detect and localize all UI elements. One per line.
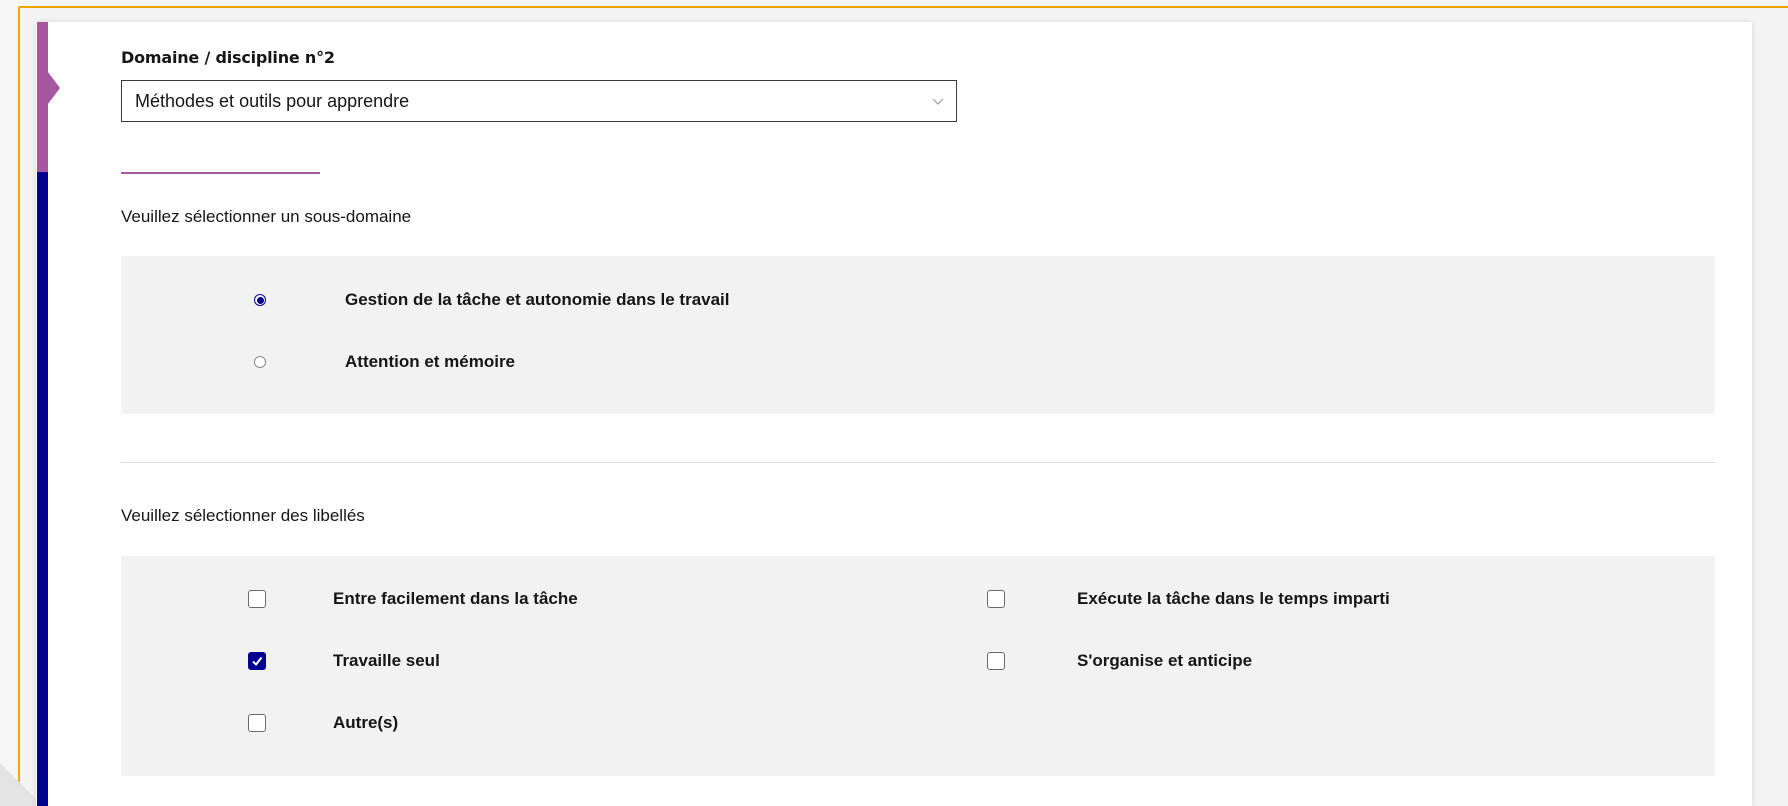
label-checkbox-item[interactable]: Entre facilement dans la tâche	[248, 589, 578, 609]
subdomain-option[interactable]: Attention et mémoire	[254, 352, 515, 372]
label-checkbox-text: S'organise et anticipe	[1077, 651, 1253, 670]
domain-select-value: Méthodes et outils pour apprendre	[135, 90, 410, 111]
horizontal-rule	[121, 462, 1715, 463]
label-checkbox-text: Entre facilement dans la tâche	[333, 589, 578, 608]
section-marker-icon	[37, 22, 60, 172]
form-content: Domaine / discipline n°2 Méthodes et out…	[121, 48, 1715, 776]
subdomain-title: Veuillez sélectionner un sous-domaine	[121, 207, 412, 226]
subdomain-panel: Gestion de la tâche et autonomie dans le…	[121, 256, 1715, 414]
label-checkbox-text: Autre(s)	[333, 713, 399, 732]
checkbox[interactable]	[987, 590, 1005, 608]
checkbox[interactable]	[248, 714, 266, 732]
label-checkbox-item[interactable]: Travaille seul	[248, 651, 440, 671]
checkbox[interactable]	[248, 652, 266, 670]
label-checkbox-item[interactable]: Autre(s)	[248, 713, 398, 733]
radio-button[interactable]	[254, 294, 266, 306]
chevron-down-icon	[932, 98, 944, 105]
label-checkbox-text: Exécute la tâche dans le temps imparti	[1077, 589, 1390, 608]
corner-decoration	[0, 760, 40, 806]
checkbox[interactable]	[987, 652, 1005, 670]
subdomain-option-label: Gestion de la tâche et autonomie dans le…	[345, 290, 730, 309]
label-checkbox-item[interactable]: Exécute la tâche dans le temps imparti	[987, 589, 1390, 609]
labels-title: Veuillez sélectionner des libellés	[121, 506, 365, 525]
label-checkbox-item[interactable]: S'organise et anticipe	[987, 651, 1252, 671]
section-accent-bar	[37, 172, 48, 806]
checkmark-icon	[252, 656, 263, 667]
label-checkbox-text: Travaille seul	[333, 651, 440, 670]
subdomain-option-label: Attention et mémoire	[345, 352, 516, 371]
domain-label: Domaine / discipline n°2	[121, 48, 335, 67]
subdomain-option[interactable]: Gestion de la tâche et autonomie dans le…	[254, 290, 730, 310]
radio-dot	[256, 296, 264, 304]
radio-button[interactable]	[254, 356, 266, 368]
checkbox[interactable]	[248, 590, 266, 608]
domain-select[interactable]: Méthodes et outils pour apprendre	[121, 80, 957, 122]
labels-panel: Entre facilement dans la tâche Exécute l…	[121, 556, 1715, 776]
section-divider	[121, 172, 320, 174]
